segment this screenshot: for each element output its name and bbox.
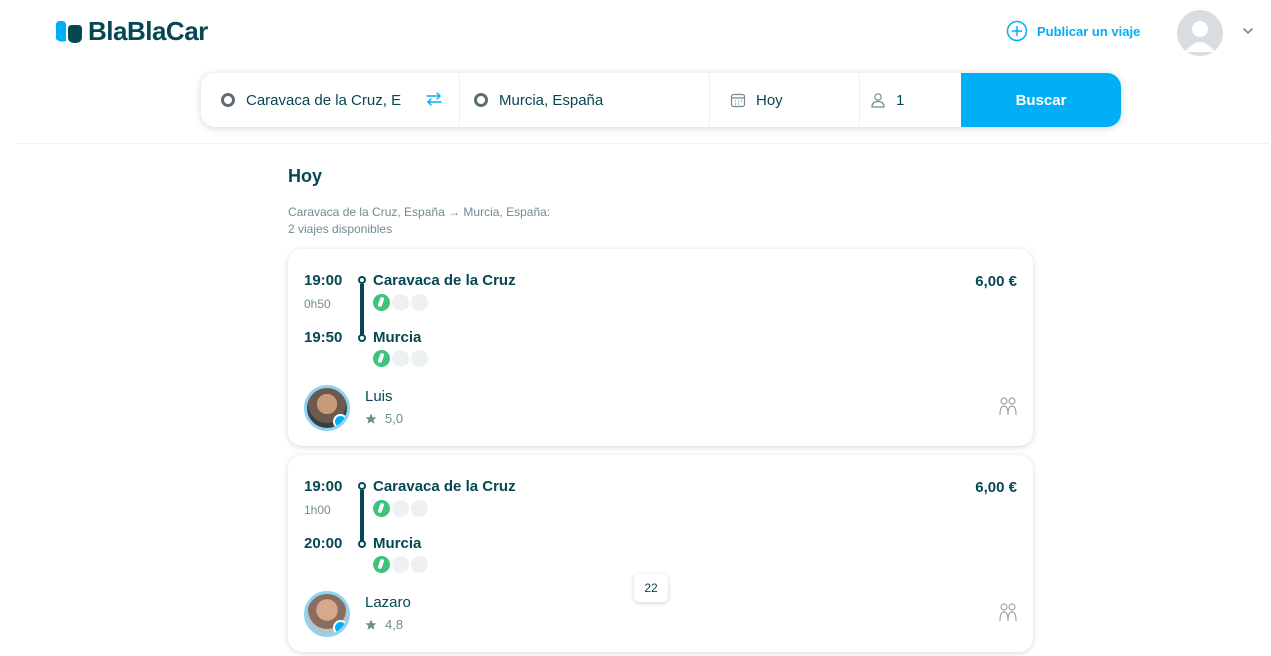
blablacar-logo[interactable]: BlaBlaCar: [54, 16, 208, 47]
swap-icon[interactable]: [425, 91, 443, 107]
user-avatar[interactable]: [1177, 10, 1223, 56]
amenity-off-icon: [411, 350, 428, 367]
chevron-down-icon[interactable]: [1241, 24, 1255, 38]
destination-value: Murcia, España: [499, 91, 604, 109]
destination-field[interactable]: Murcia, España: [459, 73, 709, 127]
walking-icon: [373, 500, 390, 517]
trip-count: 2 viajes disponibles: [288, 222, 393, 236]
driver-rating: 5,0: [365, 411, 403, 426]
amenity-off-icon: [392, 556, 409, 573]
trip-duration: 0h50: [304, 297, 331, 311]
calendar-icon: [730, 93, 746, 108]
departure-time: 19:00: [304, 478, 343, 495]
trip-price: 6,00 €: [975, 273, 1017, 290]
arrival-place: Murcia: [373, 329, 422, 346]
max-two-back-seat-icon: [999, 603, 1017, 622]
star-icon: [365, 619, 377, 630]
header-divider: [16, 143, 1269, 144]
trip-card[interactable]: 19:00 0h50 19:50 Caravaca de la Cruz Mur…: [288, 249, 1033, 446]
amenity-off-icon: [411, 294, 428, 311]
driver-rating: 4,8: [365, 617, 403, 632]
publish-ride-label: Publicar un viaje: [1037, 23, 1141, 39]
origin-value: Caravaca de la Cruz, E: [246, 91, 402, 109]
person-icon: [871, 93, 885, 108]
driver-avatar: [304, 385, 350, 431]
default-user-icon: [1185, 21, 1215, 52]
trip-card[interactable]: 19:00 1h00 20:00 Caravaca de la Cruz Mur…: [288, 455, 1033, 652]
departure-time: 19:00: [304, 272, 343, 289]
departure-place: Caravaca de la Cruz: [373, 478, 516, 495]
amenity-off-icon: [411, 500, 428, 517]
verified-badge-icon: [333, 414, 347, 428]
driver-name: Lazaro: [365, 594, 411, 611]
amenity-off-icon: [411, 556, 428, 573]
route-timeline: [357, 273, 367, 345]
walking-icon: [373, 294, 390, 311]
results-summary: Caravaca de la Cruz, España → Murcia, Es…: [288, 204, 550, 238]
arrival-place: Murcia: [373, 535, 422, 552]
verified-badge-icon: [333, 620, 347, 634]
max-two-back-seat-icon: [999, 397, 1017, 416]
driver-name: Luis: [365, 388, 393, 405]
trip-duration: 1h00: [304, 503, 331, 517]
star-icon: [365, 413, 377, 424]
amenity-off-icon: [392, 350, 409, 367]
amenities: [373, 556, 430, 573]
amenity-off-icon: [392, 294, 409, 311]
origin-circle-icon: [221, 93, 235, 107]
blablacar-mark-icon: [54, 20, 84, 43]
departure-place: Caravaca de la Cruz: [373, 272, 516, 289]
walking-icon: [373, 350, 390, 367]
publish-ride-button[interactable]: Publicar un viaje: [1006, 20, 1140, 42]
page-indicator: 22: [634, 574, 668, 602]
amenities: [373, 294, 430, 311]
brand-name: BlaBlaCar: [88, 16, 208, 46]
rating-value: 4,8: [385, 617, 404, 632]
amenity-off-icon: [392, 500, 409, 517]
date-value: Hoy: [756, 91, 783, 109]
trip-price: 6,00 €: [975, 479, 1017, 496]
passengers-value: 1: [896, 91, 905, 109]
search-bar: Caravaca de la Cruz, E Murcia, España Ho…: [201, 73, 1121, 127]
origin-field[interactable]: Caravaca de la Cruz, E: [201, 73, 459, 127]
results-day-title: Hoy: [288, 166, 323, 186]
amenities: [373, 500, 430, 517]
amenities: [373, 350, 430, 367]
search-button[interactable]: Buscar: [961, 73, 1121, 127]
arrival-time: 19:50: [304, 329, 343, 346]
destination-circle-icon: [474, 93, 488, 107]
plus-circle-icon: [1006, 20, 1028, 42]
rating-value: 5,0: [385, 411, 404, 426]
driver-avatar: [304, 591, 350, 637]
date-field[interactable]: Hoy: [709, 73, 859, 127]
route-timeline: [357, 479, 367, 551]
passengers-field[interactable]: 1: [859, 73, 961, 127]
arrival-time: 20:00: [304, 535, 343, 552]
route-line: Caravaca de la Cruz, España → Murcia, Es…: [288, 205, 551, 219]
walking-icon: [373, 556, 390, 573]
